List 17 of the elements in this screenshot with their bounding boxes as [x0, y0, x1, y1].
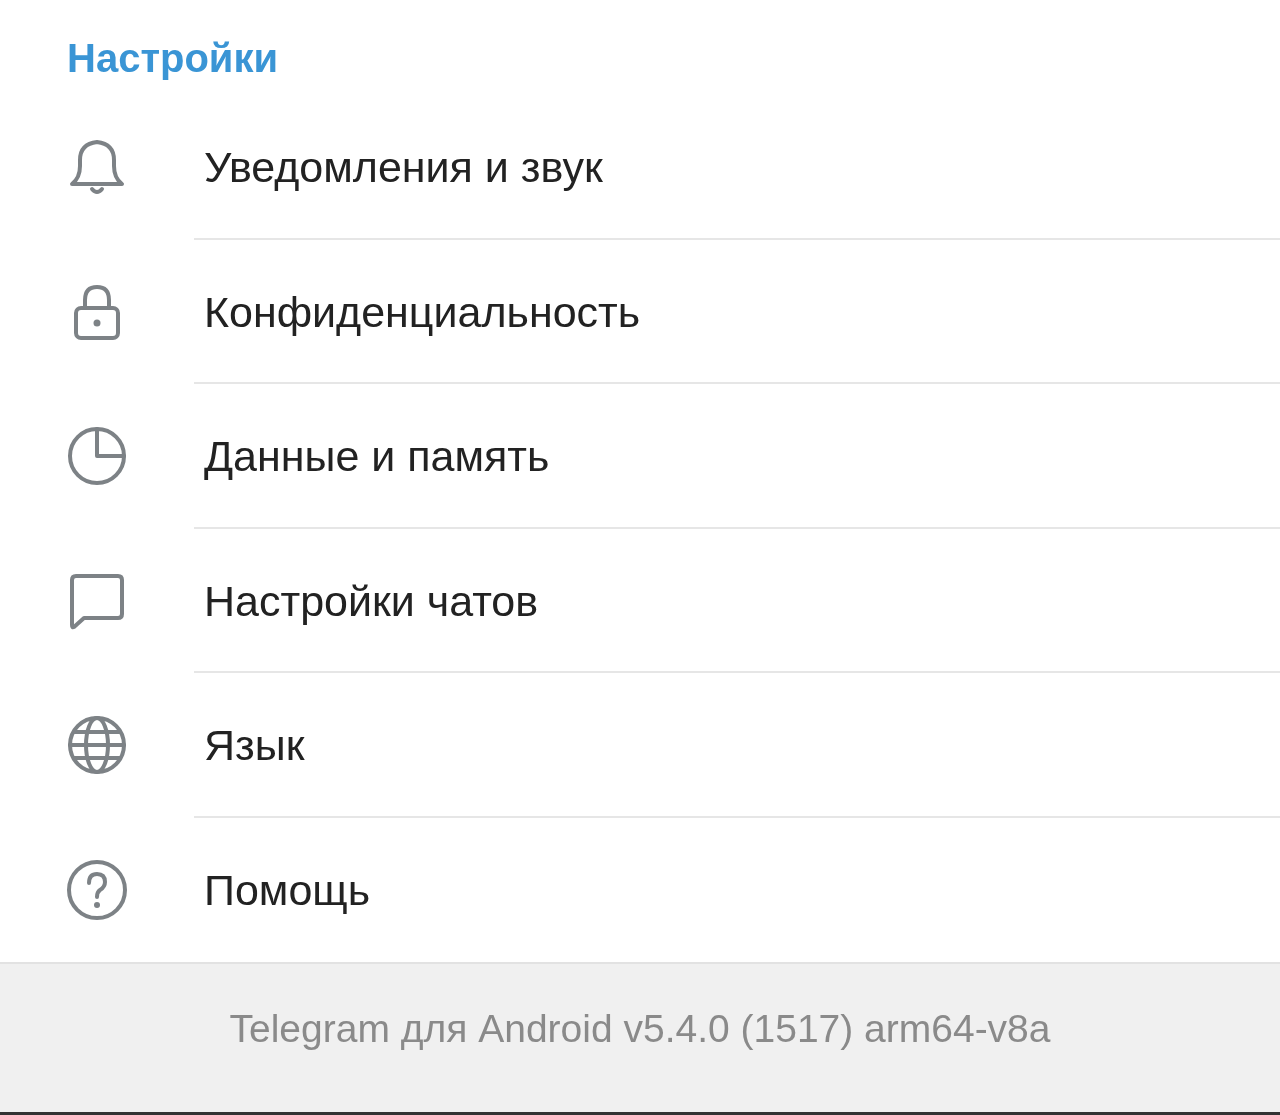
settings-title: Настройки — [67, 38, 280, 78]
version-text: Telegram для Android v5.4.0 (1517) arm64-v8a — [229, 1006, 1051, 1052]
settings-item[interactable]: Уведомления и звук — [0, 95, 1280, 240]
item-label: Данные и память — [204, 431, 550, 482]
settings-item[interactable]: Помощь — [0, 817, 1280, 962]
settings-item[interactable]: Язык — [0, 673, 1280, 818]
item-label: Помощь — [204, 864, 371, 916]
settings-item[interactable]: Настройки чатов — [0, 528, 1280, 673]
item-label: Настройки чатов — [204, 575, 539, 627]
item-label: Конфиденциальность — [204, 286, 641, 338]
settings-item[interactable]: Данные и память — [0, 384, 1280, 529]
globe-icon — [66, 714, 128, 777]
pie-chart-icon — [66, 425, 128, 488]
settings-item[interactable]: Конфиденциальность — [0, 239, 1280, 384]
item-label: Язык — [204, 720, 305, 771]
help-icon — [66, 858, 128, 921]
item-label: Уведомления и звук — [204, 142, 603, 193]
